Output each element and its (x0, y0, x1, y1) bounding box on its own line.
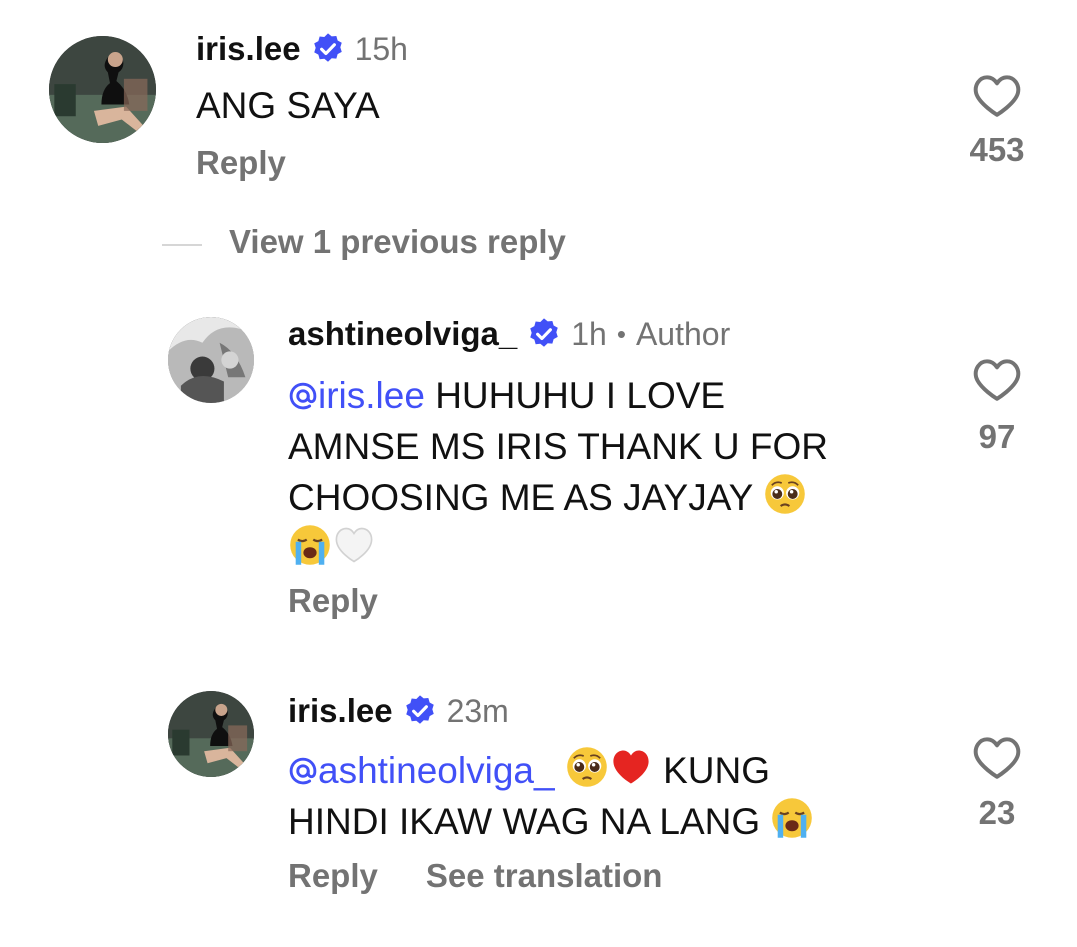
verified-badge-icon (311, 32, 345, 66)
like-button[interactable] (972, 72, 1022, 118)
reply-button[interactable]: Reply (288, 582, 378, 620)
like-button[interactable] (972, 734, 1022, 780)
mention-link[interactable]: ashtineolviga_ (288, 750, 555, 791)
white-heart-emoji-icon (332, 523, 376, 567)
comment-text: iris.lee HUHUHU I LOVE AMNSE MS IRIS THA… (288, 370, 928, 574)
like-count: 97 (978, 418, 1016, 455)
verified-badge-icon (403, 694, 437, 728)
reply-button[interactable]: Reply (196, 144, 286, 182)
see-translation-button[interactable]: See translation (426, 857, 663, 895)
reply-button[interactable]: Reply (288, 857, 378, 895)
timestamp: 23m (446, 692, 509, 729)
avatar[interactable] (49, 36, 156, 143)
separator-dot: • (616, 318, 626, 349)
crying-face-emoji-icon (770, 796, 814, 840)
timestamp: 15h (354, 30, 408, 67)
red-heart-emoji-icon (609, 745, 653, 789)
avatar[interactable] (168, 691, 254, 777)
username[interactable]: iris.lee (196, 30, 301, 68)
like-count: 23 (978, 794, 1016, 831)
comment-text: ANG SAYA (196, 85, 380, 126)
heart-icon (973, 359, 1021, 401)
pleading-face-emoji-icon (565, 745, 609, 789)
username[interactable]: iris.lee (288, 692, 393, 730)
threads-at-icon (288, 756, 318, 786)
heart-icon (973, 737, 1021, 779)
like-count: 453 (969, 131, 1025, 168)
user-avatar-photo-icon (49, 36, 156, 143)
crying-face-emoji-icon (288, 523, 332, 567)
comment-text: ashtineolviga_ KUNG HINDI IKAW WAG NA LA… (288, 745, 928, 847)
divider-line (162, 244, 202, 246)
mention-link[interactable]: iris.lee (288, 375, 425, 416)
threads-at-icon (288, 381, 318, 411)
author-badge: Author (635, 315, 731, 352)
user-avatar-photo-icon (168, 691, 254, 777)
heart-icon (973, 75, 1021, 117)
verified-badge-icon (527, 317, 561, 351)
pleading-face-emoji-icon (763, 472, 807, 516)
like-button[interactable] (972, 356, 1022, 402)
view-previous-replies-button[interactable]: View 1 previous reply (229, 223, 566, 261)
avatar[interactable] (168, 317, 254, 403)
username[interactable]: ashtineolviga_ (288, 315, 517, 353)
user-avatar-photo-icon (168, 317, 254, 403)
timestamp: 1h (571, 315, 607, 352)
